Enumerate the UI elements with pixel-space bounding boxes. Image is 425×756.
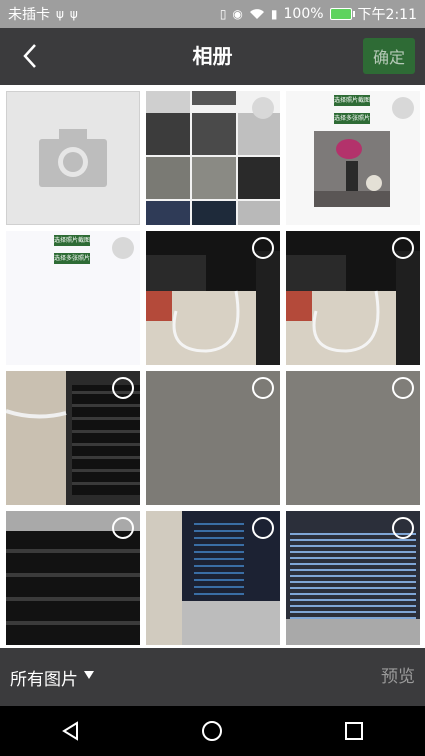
photo-tile[interactable]: 选择照片截图 选择多张照片 [6,231,140,365]
back-button[interactable] [12,38,48,74]
select-circle[interactable] [252,517,274,539]
chevron-left-icon [23,44,36,68]
status-bar: 未插卡 ψ ψ ▯ ◉ ▮ 100% 下午2:11 [0,0,425,28]
status-right: ▯ ◉ ▮ 100% 下午2:11 [220,4,417,24]
status-left: 未插卡 ψ ψ [8,4,78,24]
home-circle-icon [202,721,223,741]
battery-icon [329,8,355,20]
page-title: 相册 [192,44,233,68]
select-circle[interactable] [112,517,134,539]
photo-grid: 选择照片截图 选择多张照片 选择照片截图 选择多张照片 [0,85,425,648]
battery-percent: 100% [283,6,324,22]
folder-label: 所有图片 [10,669,78,690]
recents-square-icon [345,722,364,740]
navigation-bar [0,706,425,756]
eye-icon: ◉ [232,7,243,21]
photo-tile[interactable]: 选择照片截图 选择多张照片 [286,91,420,225]
photo-tile[interactable] [146,371,280,505]
nav-home-button[interactable] [192,711,232,751]
select-circle[interactable] [252,97,274,119]
select-circle[interactable] [112,377,134,399]
nav-recents-button[interactable] [334,711,374,751]
mini-button: 选择照片截图 [334,95,371,106]
nav-back-button[interactable] [51,711,91,751]
triangle-up-icon [84,671,94,679]
confirm-button[interactable]: 确定 [363,38,415,74]
select-circle[interactable] [252,237,274,259]
preview-button[interactable]: 预览 [381,648,415,706]
folder-selector[interactable]: 所有图片 [10,648,94,706]
mini-button: 选择照片截图 [54,235,91,246]
photo-tile[interactable] [6,511,140,645]
sim-icon: ▮ [270,7,278,21]
mini-button: 选择多张照片 [54,253,91,264]
bottom-bar: 所有图片 预览 [0,648,425,706]
wifi-icon [249,9,264,19]
camera-capture-tile[interactable] [6,91,140,225]
status-time: 下午2:11 [357,7,417,23]
select-circle[interactable] [112,237,134,259]
app-bar: 相册 确定 [0,28,425,85]
photo-tile[interactable] [286,231,420,365]
photo-tile[interactable] [146,511,280,645]
photo-tile[interactable] [146,231,280,365]
vibrate-icon: ▯ [219,7,227,21]
select-circle[interactable] [392,377,414,399]
select-circle[interactable] [392,517,414,539]
photo-tile[interactable] [6,371,140,505]
usb-icon: ψ [56,7,64,21]
select-circle[interactable] [252,377,274,399]
camera-icon [39,129,107,187]
back-triangle-icon [61,721,78,741]
photo-tile[interactable] [286,371,420,505]
select-circle[interactable] [392,97,414,119]
carrier-text: 未插卡 [8,7,50,23]
select-circle[interactable] [392,237,414,259]
photo-tile[interactable] [286,511,420,645]
photo-tile[interactable] [146,91,280,225]
usb-icon: ψ [69,7,78,21]
mini-button: 选择多张照片 [334,113,371,124]
